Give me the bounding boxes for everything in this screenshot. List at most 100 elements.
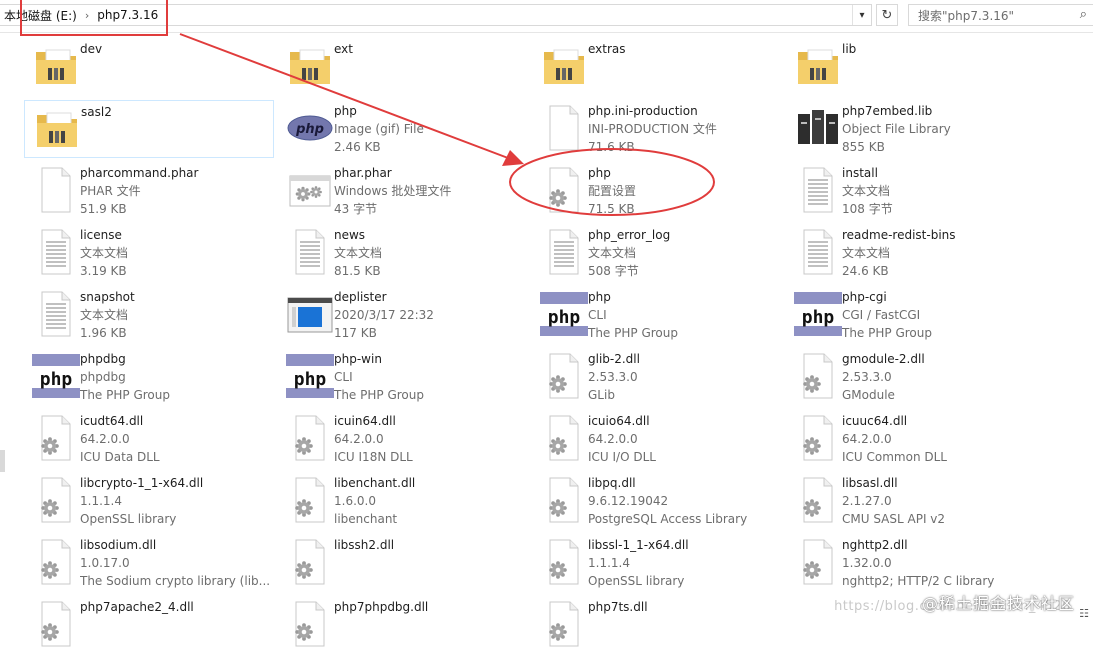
file-item[interactable]: php php Image (gif) File 2.46 KB bbox=[278, 100, 528, 158]
file-type: CGI / FastCGI bbox=[842, 308, 921, 322]
file-item[interactable]: nghttp2.dll 1.32.0.0 nghttp2; HTTP/2 C lib… bbox=[786, 534, 1036, 592]
file-detail: 117 KB bbox=[334, 326, 377, 340]
file-item[interactable]: libssh2.dll bbox=[278, 534, 528, 592]
file-item[interactable]: pharcommand.phar PHAR 文件 51.9 KB bbox=[24, 162, 274, 220]
search-icon: ⌕ bbox=[1079, 7, 1087, 22]
file-icon bbox=[32, 166, 80, 214]
file-name: phpdbg bbox=[80, 352, 126, 366]
config-file-icon bbox=[32, 600, 80, 648]
file-name: dev bbox=[80, 42, 103, 56]
php-app-icon: php bbox=[286, 352, 334, 400]
file-item[interactable]: deplister 2020/3/17 22:32 117 KB bbox=[278, 286, 528, 344]
file-item[interactable]: libpq.dll 9.6.12.19042 PostgreSQL Access L… bbox=[532, 472, 782, 530]
svg-text:php: php bbox=[802, 307, 835, 328]
file-item[interactable]: glib-2.dll 2.53.3.0 GLib bbox=[532, 348, 782, 406]
text-file-icon bbox=[794, 166, 842, 214]
file-type: Object File Library bbox=[842, 122, 951, 136]
file-type: 文本文档 bbox=[842, 246, 891, 260]
file-item[interactable]: ext bbox=[278, 38, 528, 96]
file-item[interactable]: sasl2 bbox=[24, 100, 274, 158]
file-item[interactable]: php7apache2_4.dll bbox=[24, 596, 274, 654]
file-item[interactable]: php php-win CLI The PHP Group bbox=[278, 348, 528, 406]
file-detail: libenchant bbox=[334, 512, 398, 526]
file-item[interactable]: php php CLI The PHP Group bbox=[532, 286, 782, 344]
file-detail: ICU I18N DLL bbox=[334, 450, 413, 464]
text-file-icon bbox=[32, 290, 80, 338]
file-item[interactable]: phar.phar Windows 批处理文件 43 字节 bbox=[278, 162, 528, 220]
grid-view-icon[interactable]: ☷ bbox=[1079, 607, 1089, 620]
file-item[interactable]: php 配置设置 71.5 KB bbox=[532, 162, 782, 220]
file-item[interactable]: readme-redist-bins 文本文档 24.6 KB bbox=[786, 224, 1036, 282]
file-name: php7phpdbg.dll bbox=[334, 600, 429, 614]
file-type: 1.32.0.0 bbox=[842, 556, 892, 570]
file-name: license bbox=[80, 228, 122, 242]
file-name: libssl-1_1-x64.dll bbox=[588, 538, 689, 552]
breadcrumb-folder[interactable]: php7.3.16 bbox=[93, 8, 162, 22]
file-item[interactable]: gmodule-2.dll 2.53.3.0 GModule bbox=[786, 348, 1036, 406]
file-item[interactable]: snapshot 文本文档 1.96 KB bbox=[24, 286, 274, 344]
file-item[interactable]: icuuc64.dll 64.2.0.0 ICU Common DLL bbox=[786, 410, 1036, 468]
file-item[interactable]: news 文本文档 81.5 KB bbox=[278, 224, 528, 282]
svg-text:php: php bbox=[40, 369, 73, 390]
file-item[interactable]: php7embed.lib Object File Library 855 KB bbox=[786, 100, 1036, 158]
refresh-icon[interactable]: ↻ bbox=[876, 4, 898, 26]
file-item[interactable]: libenchant.dll 1.6.0.0 libenchant bbox=[278, 472, 528, 530]
file-item[interactable]: php.ini-production INI-PRODUCTION 文件 71.6 … bbox=[532, 100, 782, 158]
file-name: php bbox=[334, 104, 357, 118]
watermark: @稀土掘金技术社区 bbox=[921, 594, 1075, 613]
file-type: 文本文档 bbox=[334, 246, 383, 260]
file-item[interactable]: php_error_log 文本文档 508 字节 bbox=[532, 224, 782, 282]
file-item[interactable]: libssl-1_1-x64.dll 1.1.1.4 OpenSSL library bbox=[532, 534, 782, 592]
file-item[interactable]: libcrypto-1_1-x64.dll 1.1.1.4 OpenSSL libr… bbox=[24, 472, 274, 530]
folder-icon bbox=[32, 42, 80, 90]
file-item[interactable]: extras bbox=[532, 38, 782, 96]
folder-icon bbox=[794, 42, 842, 90]
file-item[interactable]: icuin64.dll 64.2.0.0 ICU I18N DLL bbox=[278, 410, 528, 468]
file-detail: ICU Data DLL bbox=[80, 450, 160, 464]
batch-file-icon bbox=[286, 166, 334, 214]
file-item[interactable]: dev bbox=[24, 38, 274, 96]
file-name: php7embed.lib bbox=[842, 104, 933, 118]
file-detail: ICU Common DLL bbox=[842, 450, 947, 464]
config-file-icon bbox=[540, 414, 588, 462]
file-type: 2020/3/17 22:32 bbox=[334, 308, 434, 322]
file-item[interactable]: license 文本文档 3.19 KB bbox=[24, 224, 274, 282]
file-type: 64.2.0.0 bbox=[588, 432, 638, 446]
config-file-icon bbox=[794, 414, 842, 462]
file-name: php_error_log bbox=[588, 228, 671, 242]
chevron-down-icon[interactable]: ▾ bbox=[852, 5, 871, 25]
file-type: 64.2.0.0 bbox=[842, 432, 892, 446]
file-item[interactable]: libsasl.dll 2.1.27.0 CMU SASL API v2 bbox=[786, 472, 1036, 530]
file-name: libsodium.dll bbox=[80, 538, 157, 552]
file-detail: GLib bbox=[588, 388, 615, 402]
file-type: 1.0.17.0 bbox=[80, 556, 130, 570]
file-detail: 108 字节 bbox=[842, 202, 893, 216]
file-name: libcrypto-1_1-x64.dll bbox=[80, 476, 204, 490]
file-name: sasl2 bbox=[81, 105, 112, 119]
file-detail: The PHP Group bbox=[842, 326, 932, 340]
file-type: CLI bbox=[588, 308, 607, 322]
chevron-right-icon: › bbox=[84, 8, 90, 22]
exe-icon bbox=[286, 290, 334, 338]
file-name: libssh2.dll bbox=[334, 538, 395, 552]
file-type: Windows 批处理文件 bbox=[334, 184, 452, 198]
config-file-icon bbox=[286, 600, 334, 648]
file-item[interactable]: lib bbox=[786, 38, 1036, 96]
scroll-indicator[interactable] bbox=[0, 450, 5, 472]
file-type: 1.1.1.4 bbox=[588, 556, 630, 570]
breadcrumb-drive[interactable]: 本地磁盘 (E:) bbox=[0, 7, 81, 24]
file-item[interactable]: php phpdbg phpdbg The PHP Group bbox=[24, 348, 274, 406]
file-item[interactable]: libsodium.dll 1.0.17.0 The Sodium crypto l… bbox=[24, 534, 274, 592]
file-item[interactable]: php php-cgi CGI / FastCGI The PHP Group bbox=[786, 286, 1036, 344]
file-grid: dev ext extras lib sasl2 php php Image (gif… bbox=[0, 38, 1093, 647]
file-item[interactable]: install 文本文档 108 字节 bbox=[786, 162, 1036, 220]
file-detail: 1.96 KB bbox=[80, 326, 127, 340]
file-item[interactable]: icuio64.dll 64.2.0.0 ICU I/O DLL bbox=[532, 410, 782, 468]
file-item[interactable]: icudt64.dll 64.2.0.0 ICU Data DLL bbox=[24, 410, 274, 468]
file-item[interactable]: php7ts.dll bbox=[532, 596, 782, 654]
file-item[interactable]: php7phpdbg.dll bbox=[278, 596, 528, 654]
file-name: install bbox=[842, 166, 878, 180]
breadcrumb[interactable]: 本地磁盘 (E:) › php7.3.16 ▾ bbox=[0, 4, 872, 26]
search-input[interactable]: 搜索"php7.3.16" ⌕ bbox=[908, 4, 1093, 26]
php-logo-icon: php bbox=[286, 104, 334, 152]
